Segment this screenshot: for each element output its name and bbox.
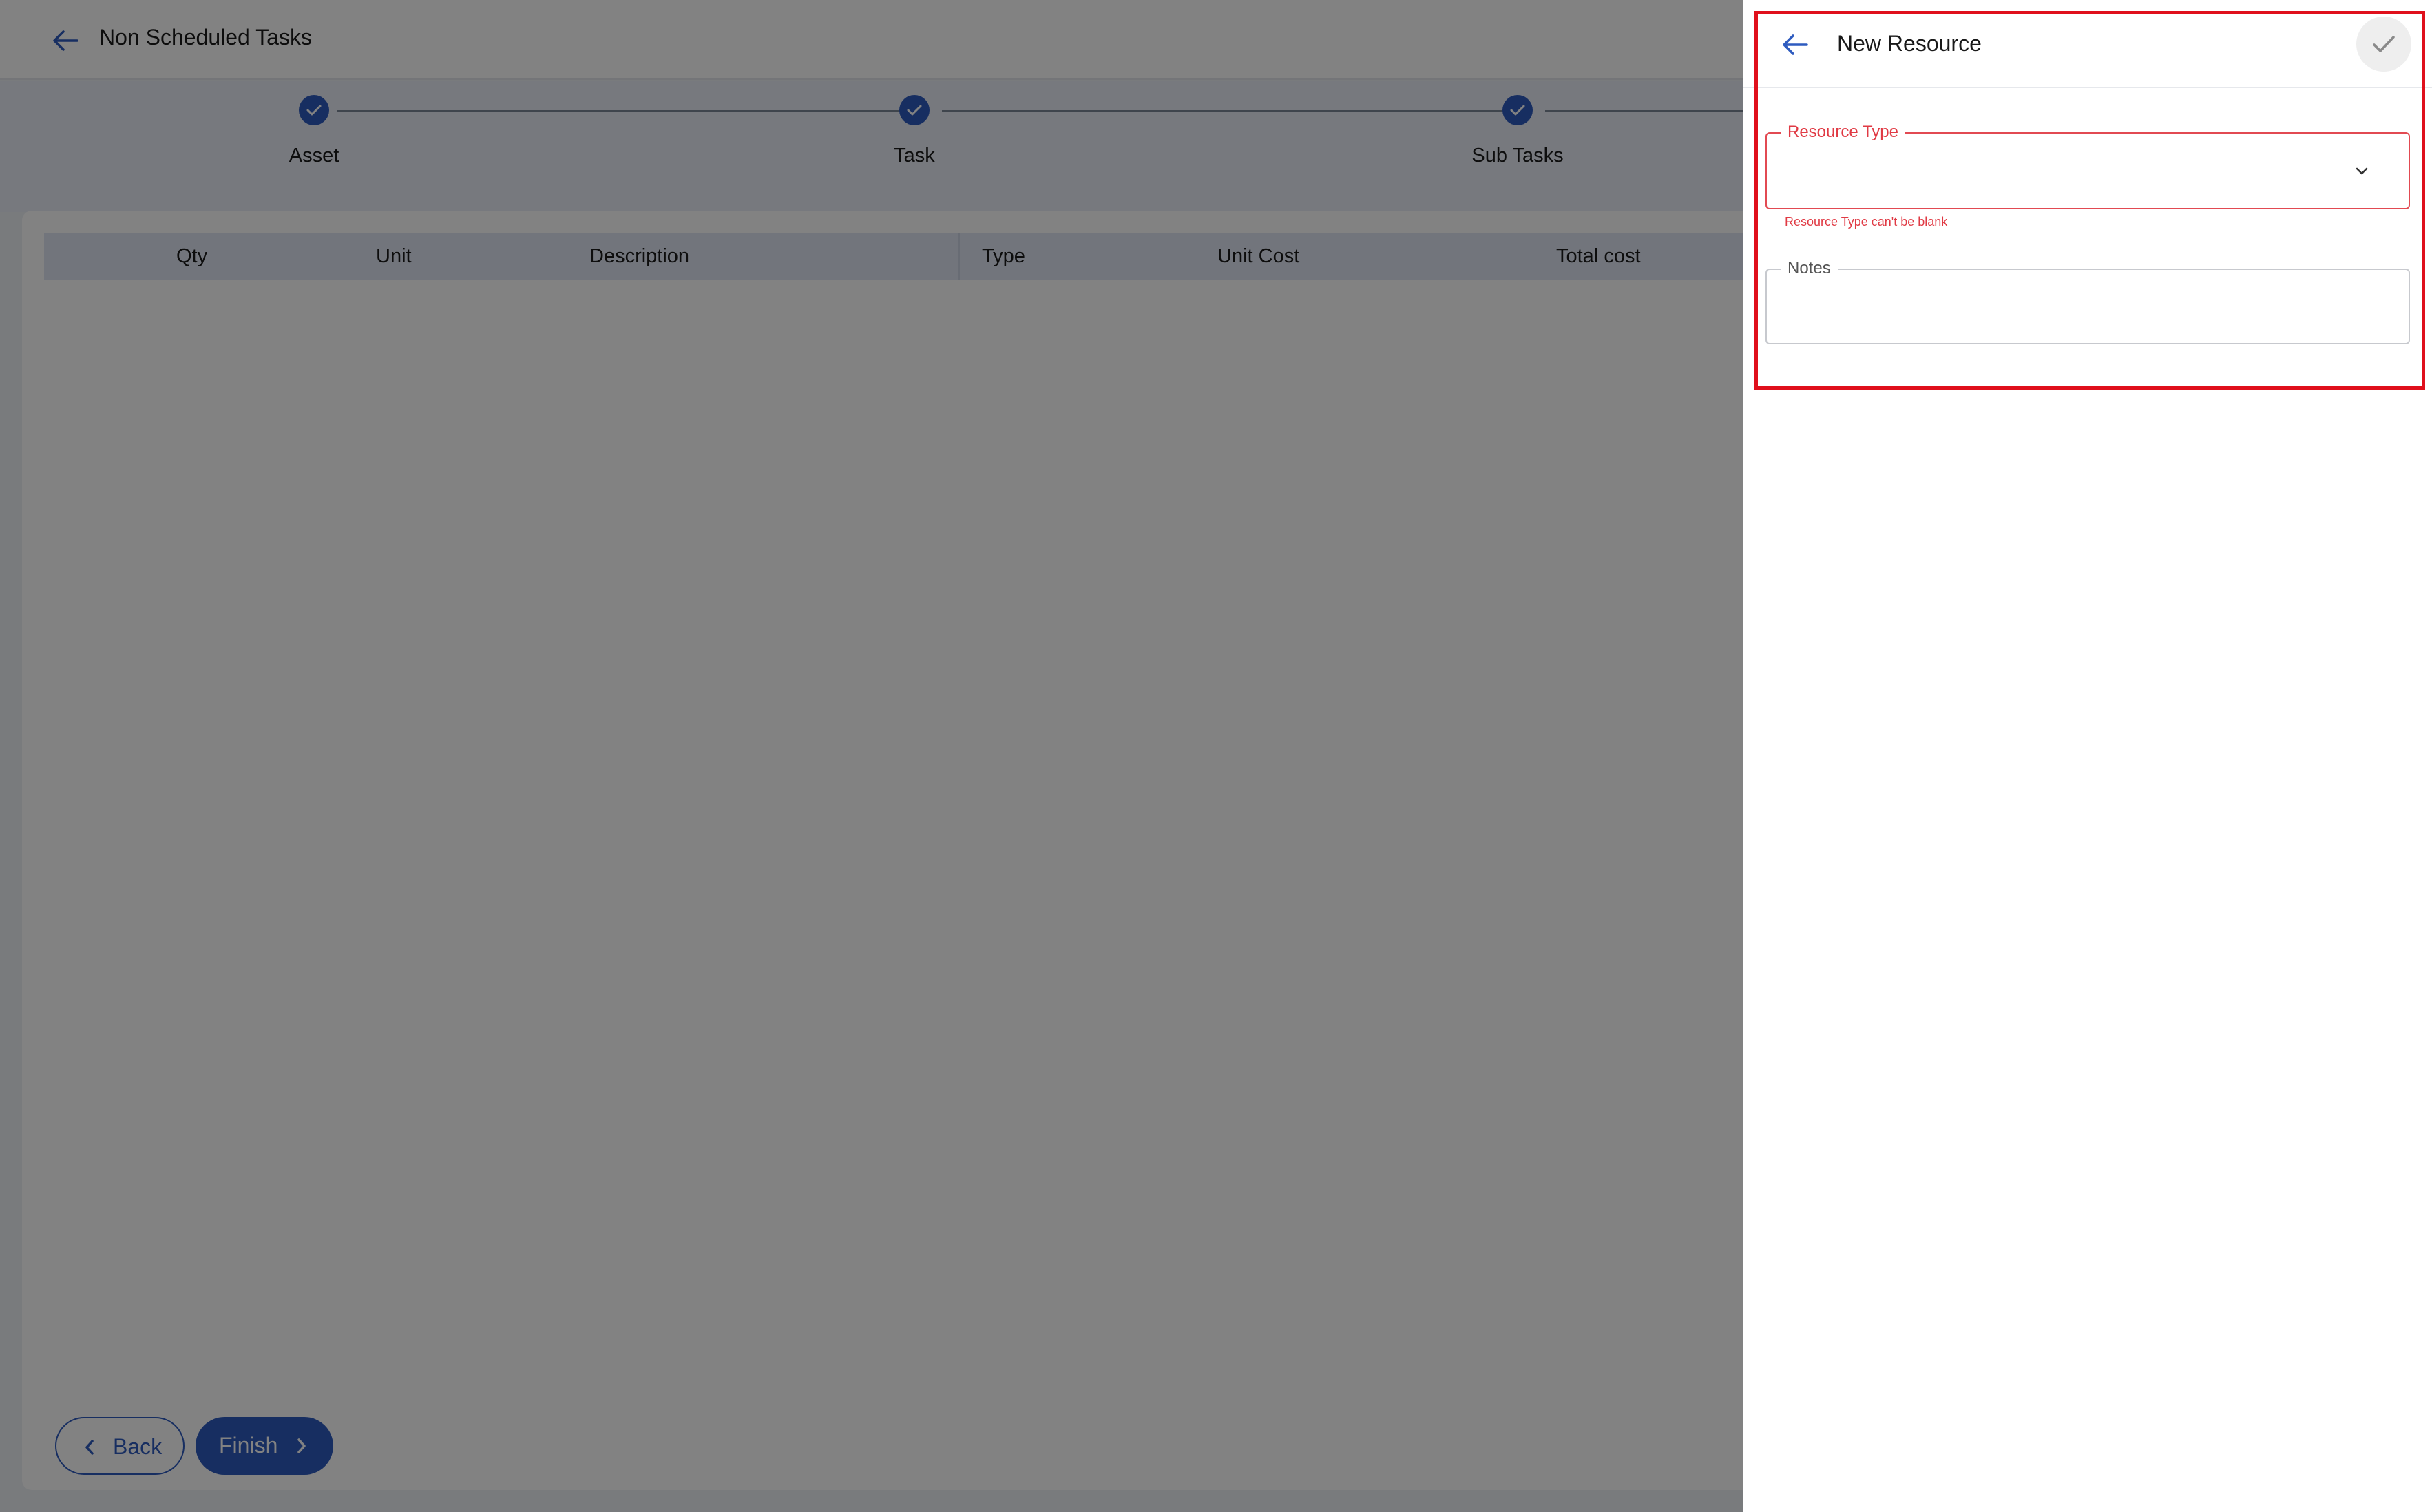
new-resource-panel: New Resource Resource Type Resource Type… [1743,0,2432,1512]
modal-scrim[interactable] [0,0,1743,1512]
highlight-box [1754,11,2425,390]
